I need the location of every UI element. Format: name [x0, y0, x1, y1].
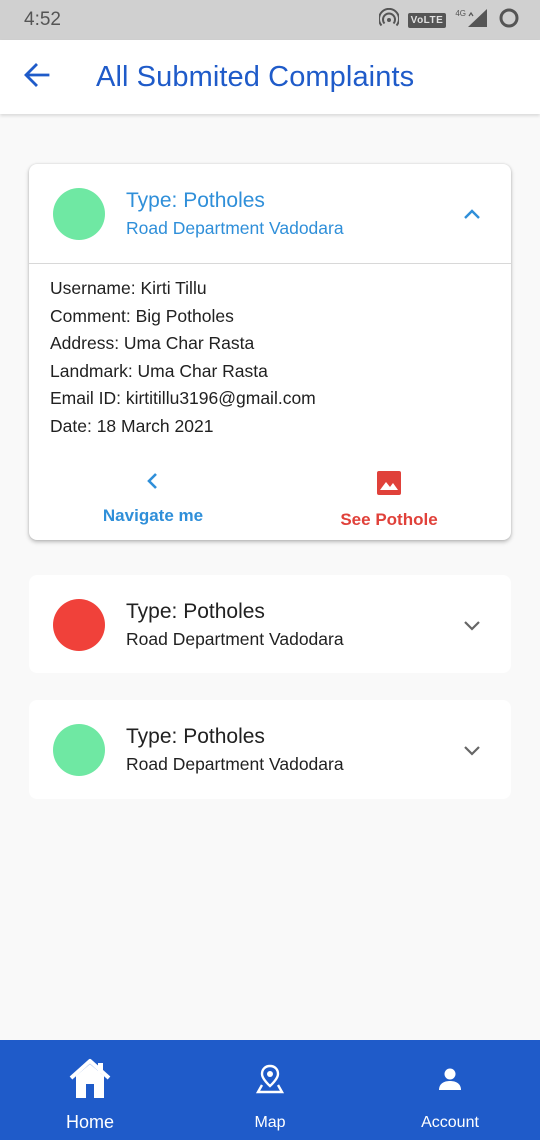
complaint-card[interactable]: Type: Potholes Road Department Vadodara [29, 700, 511, 799]
status-indicator [53, 188, 105, 240]
back-button[interactable] [2, 40, 72, 114]
see-pothole-button[interactable]: See Pothole [329, 464, 449, 530]
complaint-department: Road Department Vadodara [126, 218, 344, 238]
complaint-type: Type: Potholes [126, 725, 265, 748]
status-time: 4:52 [24, 9, 61, 30]
image-icon [376, 464, 402, 501]
home-icon [68, 1058, 112, 1105]
hotspot-icon [377, 7, 400, 33]
nav-item-account[interactable]: Account [360, 1040, 540, 1140]
status-indicator [53, 724, 105, 776]
chevron-down-icon[interactable] [461, 614, 483, 636]
detail-date: Date: 18 March 2021 [50, 415, 214, 436]
detail-username: Username: Kirti Tillu [50, 278, 207, 298]
map-pin-icon [255, 1064, 285, 1099]
complaint-department: Road Department Vadodara [126, 754, 344, 774]
detail-address: Address: Uma Char Rasta [50, 333, 255, 354]
bottom-navigation: Home Map Account [0, 1040, 540, 1140]
network-type: 4G [455, 8, 466, 18]
complaint-card-header[interactable]: Type: Potholes Road Department Vadodara [29, 700, 511, 799]
nav-item-map[interactable]: Map [180, 1040, 360, 1140]
chevron-up-icon[interactable] [461, 203, 483, 225]
account-icon [437, 1066, 463, 1097]
chevron-left-icon [143, 464, 163, 497]
nav-label-map: Map [254, 1114, 286, 1131]
complaint-card-header[interactable]: Type: Potholes Road Department Vadodara [29, 164, 511, 263]
page-title: All Submited Complaints [96, 60, 415, 93]
nav-label-account: Account [421, 1114, 479, 1131]
status-bar: 4:52 VoLTE 4G [0, 0, 540, 40]
divider [29, 263, 511, 264]
volte-icon: VoLTE [407, 12, 447, 28]
loading-icon [498, 7, 520, 34]
status-indicator [53, 599, 105, 651]
chevron-down-icon[interactable] [461, 739, 483, 761]
see-pothole-label: See Pothole [340, 510, 438, 529]
detail-email: Email ID: kirtitillu3196@gmail.com [50, 388, 316, 409]
complaint-card-header[interactable]: Type: Potholes Road Department Vadodara [29, 575, 511, 674]
complaint-department: Road Department Vadodara [126, 629, 344, 649]
arrow-left-icon [24, 62, 50, 93]
complaint-card[interactable]: Type: Potholes Road Department Vadodara [29, 575, 511, 673]
signal-icon [467, 8, 489, 33]
navigate-me-label: Navigate me [102, 506, 204, 525]
nav-label-home: Home [65, 1112, 114, 1132]
complaint-type: Type: Potholes [126, 189, 265, 212]
app-bar: All Submited Complaints [0, 40, 540, 114]
navigate-me-button[interactable]: Navigate me [93, 464, 213, 530]
complaint-details: Username: Kirti Tillu Comment: Big Potho… [50, 275, 316, 441]
detail-landmark: Landmark: Uma Char Rasta [50, 360, 268, 381]
complaint-type: Type: Potholes [126, 600, 265, 623]
complaint-card: Type: Potholes Road Department Vadodara … [29, 164, 511, 540]
detail-comment: Comment: Big Potholes [50, 305, 234, 326]
nav-item-home[interactable]: Home [0, 1040, 180, 1140]
status-icons: VoLTE 4G [377, 7, 520, 34]
